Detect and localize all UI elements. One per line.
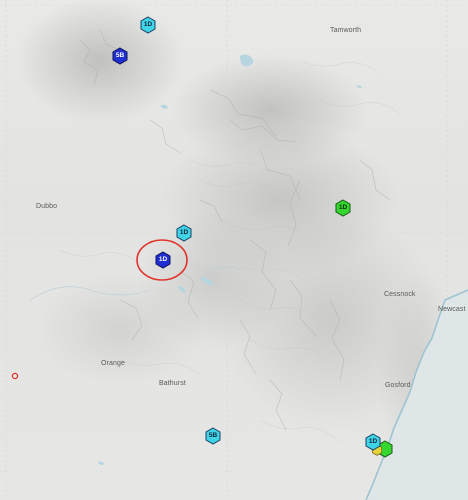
station-marker-1d[interactable]: 1D xyxy=(334,199,352,217)
station-marker-1d[interactable]: 1D xyxy=(139,16,157,34)
marker-label: 1D xyxy=(143,21,153,28)
marker-label: 1D xyxy=(158,256,168,263)
highlight-layer xyxy=(11,239,188,380)
station-marker-1d[interactable]: 1D xyxy=(364,433,382,451)
map-canvas[interactable]: Tamworth Dubbo Cessnock Newcast Orange B… xyxy=(0,0,468,500)
station-marker-1d[interactable]: 1D xyxy=(175,224,193,242)
station-marker-5b[interactable]: 5B xyxy=(204,427,222,445)
marker-label: 1D xyxy=(179,229,189,236)
marker-label: 1D xyxy=(338,204,348,211)
marker-label: 5B xyxy=(115,52,125,59)
station-marker-1d-selected[interactable]: 1D xyxy=(154,251,172,269)
marker-label: 5B xyxy=(208,432,218,439)
station-marker-5b[interactable]: 5B xyxy=(111,47,129,65)
small-red-marker[interactable] xyxy=(11,372,19,380)
marker-label: 1D xyxy=(368,438,378,445)
